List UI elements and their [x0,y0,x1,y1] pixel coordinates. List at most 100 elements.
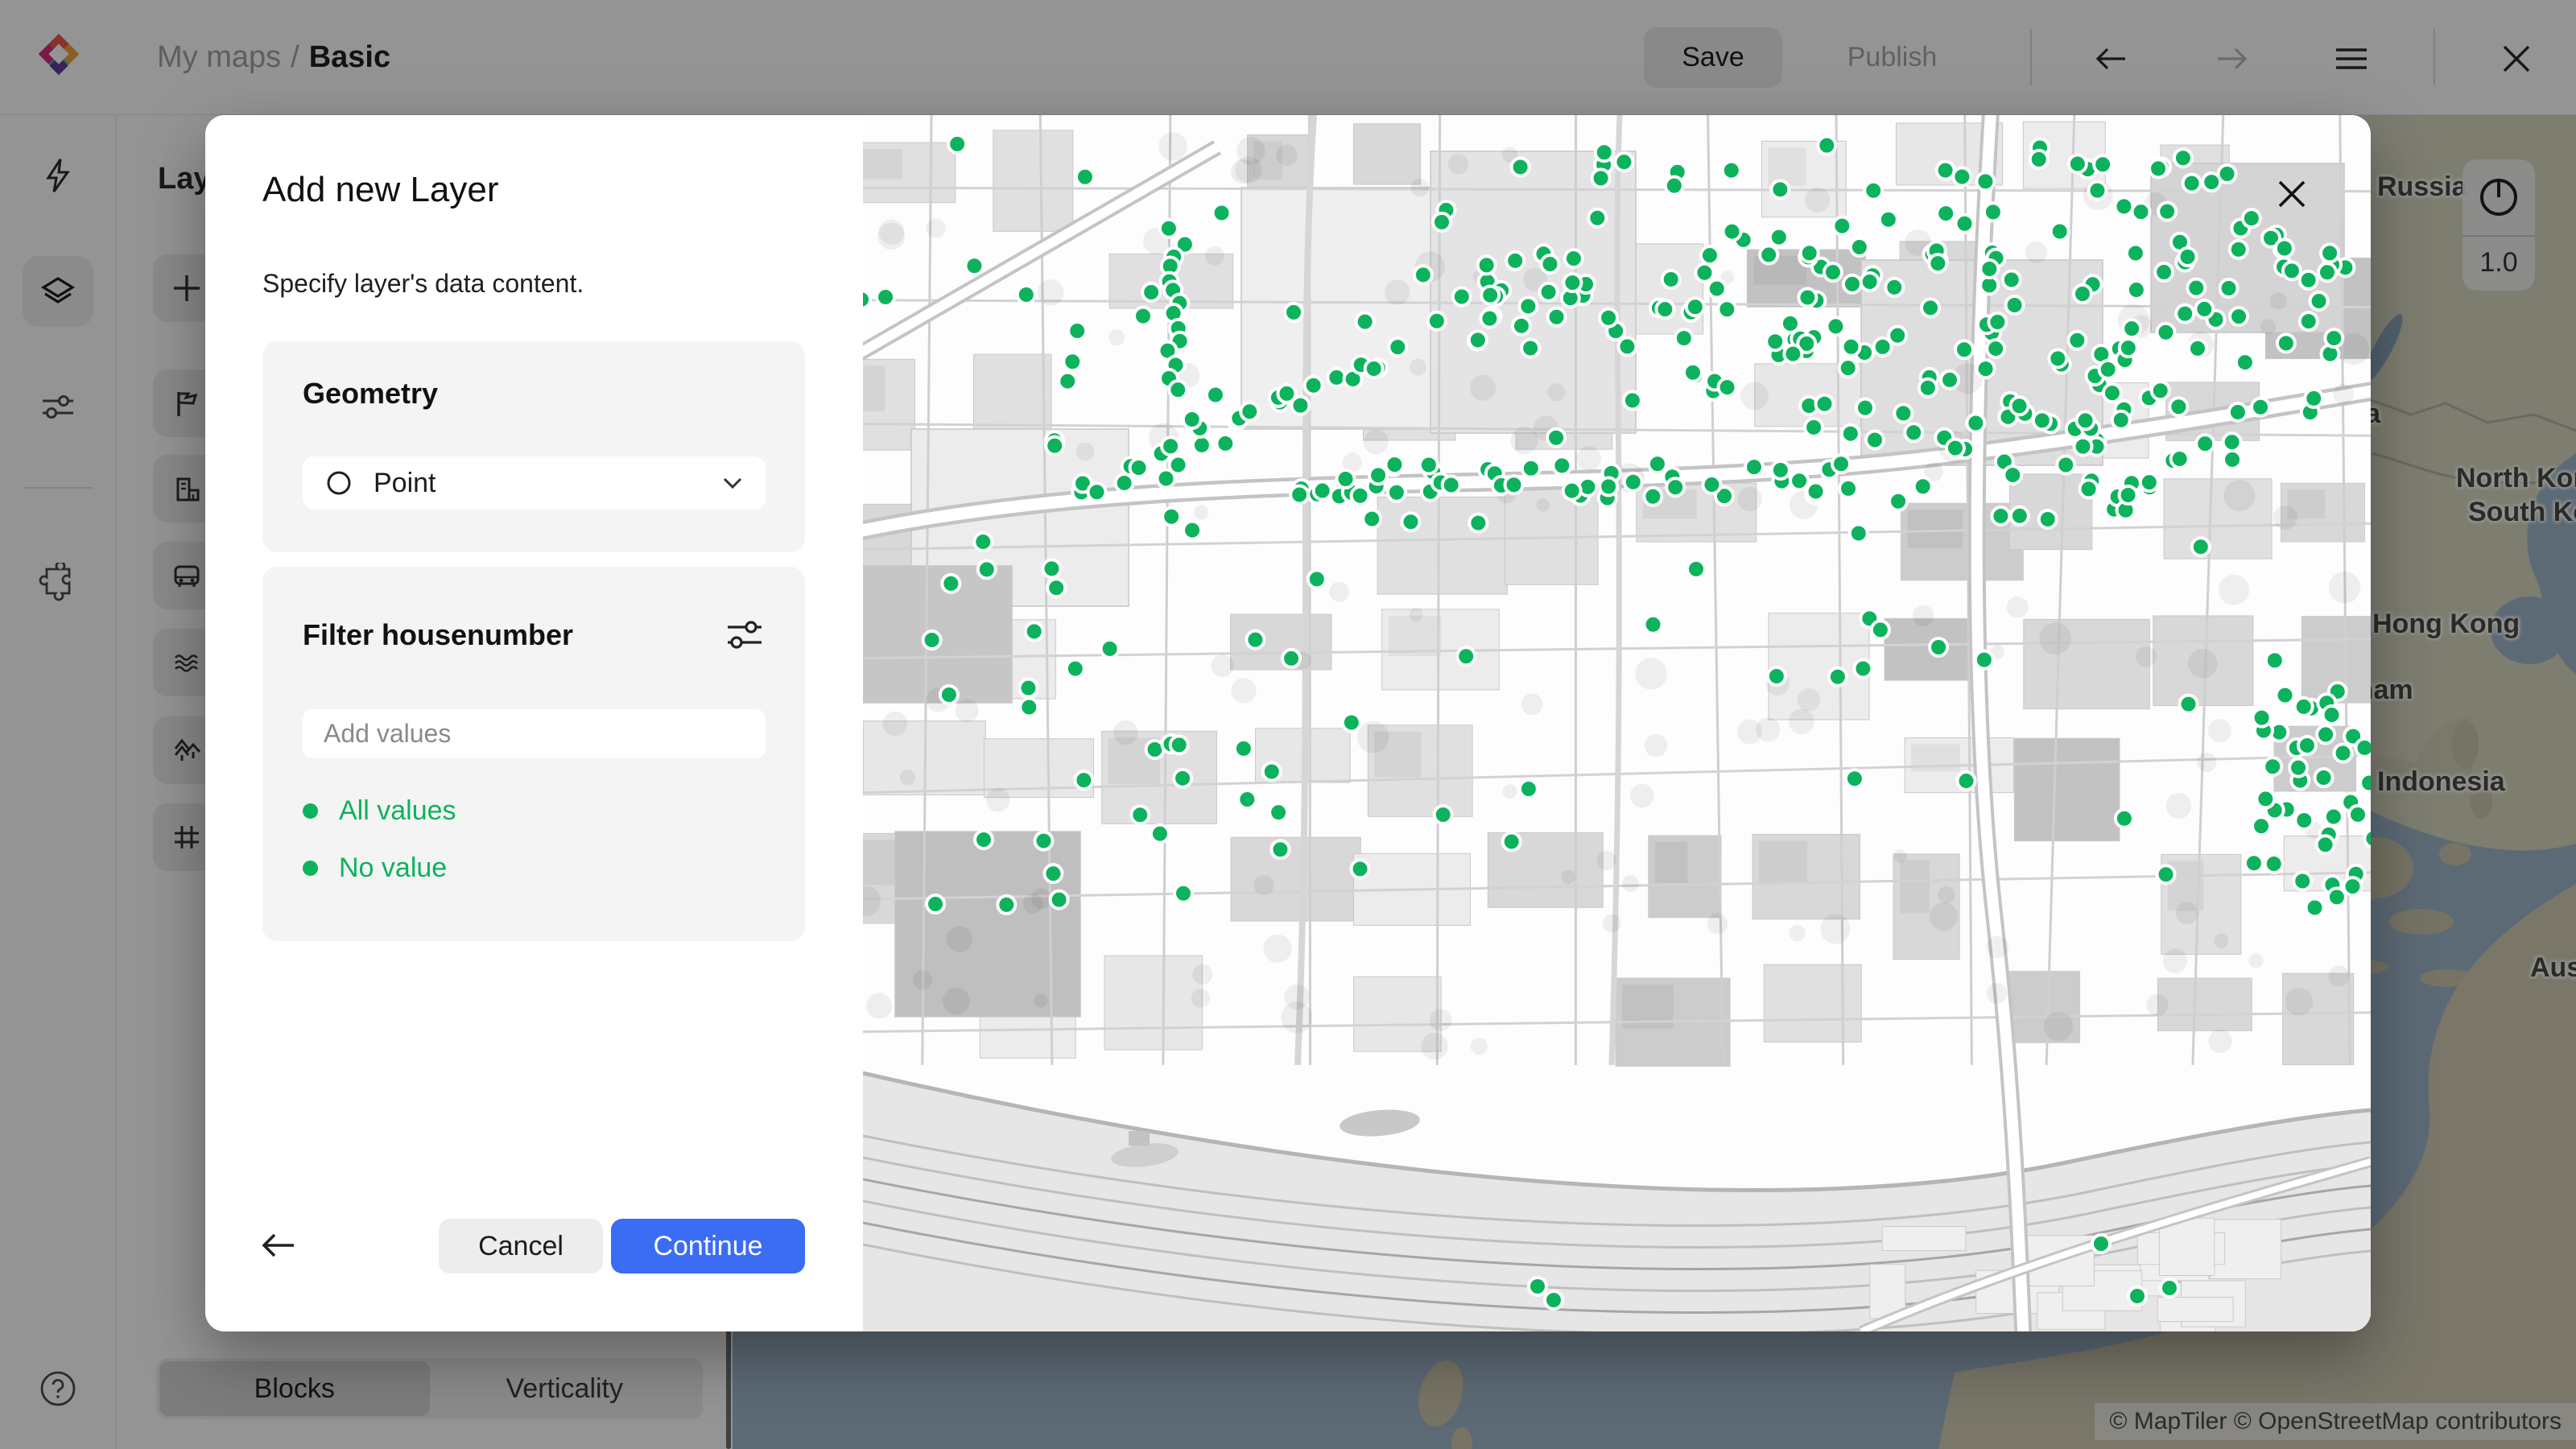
map-point [1545,1291,1563,1309]
layer-map-preview[interactable] [863,115,2371,1331]
topbar-divider [2434,29,2435,85]
map-point [2289,759,2307,777]
map-point [1046,437,1063,455]
tune-icon[interactable] [39,388,77,427]
map-point [1169,381,1187,398]
modal-close-icon[interactable] [2274,176,2310,212]
map-point [2295,811,2313,829]
filter-option-all-values[interactable]: All values [303,795,456,827]
map-point [1770,229,1788,246]
map-point [2006,296,2024,314]
map-point [2243,209,2260,227]
menu-icon[interactable] [2333,40,2370,77]
map-point [1282,650,1300,667]
map-zoom-control[interactable]: 1.0 [2462,159,2535,291]
map-point [1365,360,1383,378]
map-point [1520,780,1538,798]
geometry-select[interactable]: Point [303,456,766,510]
filter-values-input[interactable] [303,709,766,758]
map-point [1553,456,1571,474]
map-point [2277,687,2294,704]
map-point [2355,739,2371,757]
grid-rails-icon [169,819,204,855]
map-point [2157,865,2175,883]
map-point [2140,473,2158,491]
map-point [1588,209,1606,227]
map-point [948,135,966,153]
map-point [2123,320,2140,337]
city-map-graphic [863,115,2371,1331]
map-point [1807,482,1825,500]
map-point [1506,252,1524,270]
map-point [2192,538,2210,555]
breadcrumb: My maps / Basic [157,0,390,115]
maptiler-logo[interactable] [27,27,90,89]
map-point [1686,298,1704,316]
redo-icon[interactable] [2213,40,2250,77]
panel-scrollbar[interactable] [726,1323,731,1449]
map-point [1984,203,2002,221]
close-editor-icon[interactable] [2498,40,2535,77]
map-point [2068,332,2086,349]
filter-tune-icon[interactable] [724,615,765,655]
layers-icon[interactable] [39,272,77,311]
green-dot-icon [303,803,318,819]
map-point [2128,1287,2146,1305]
map-point [2325,329,2343,347]
publish-button[interactable]: Publish [1818,27,1967,88]
map-point [1723,162,1740,180]
map-point [1988,313,2006,331]
filter-option-no-value[interactable]: No value [303,852,447,884]
map-point [2283,262,2301,279]
map-point [2030,151,2048,168]
map-label-north-korea: North Korea [2456,463,2576,494]
map-point [1889,327,1906,345]
map-point [1369,466,1387,484]
map-point [997,896,1015,914]
map-point [1957,772,1975,790]
undo-icon[interactable] [2093,40,2130,77]
map-point [1305,377,1323,394]
map-point [863,291,870,308]
map-point [1453,287,1471,305]
map-point [2171,450,2189,468]
map-point [1953,167,1971,185]
save-button[interactable]: Save [1644,27,1782,88]
map-point [1428,312,1446,330]
map-point [1020,699,1038,716]
map-point [1503,832,1521,850]
green-dot-icon [303,861,318,876]
map-point [1645,616,1662,634]
map-point [2315,769,2333,786]
map-point [2300,312,2318,330]
map-point [965,257,983,275]
map-point [2011,397,2029,415]
map-point [2321,244,2339,262]
compass-reset-button[interactable] [2462,159,2535,237]
map-point [1235,740,1253,758]
flash-icon[interactable] [39,156,77,195]
puzzle-icon[interactable] [39,563,77,601]
map-point [1856,399,1874,417]
map-point [1827,317,1844,335]
map-point [1018,286,1035,303]
back-arrow-icon[interactable] [258,1225,299,1265]
modal-actions: Cancel Continue [205,1219,863,1274]
map-point [1766,332,1784,350]
map-point [1183,522,1201,539]
help-icon[interactable] [39,1369,77,1408]
map-point [1443,477,1460,494]
breadcrumb-parent[interactable]: My maps [157,40,281,75]
map-point [1784,345,1802,363]
water-waves-icon [169,645,204,680]
cancel-button[interactable]: Cancel [439,1219,603,1274]
continue-button[interactable]: Continue [611,1219,805,1274]
tab-verticality[interactable]: Verticality [430,1361,700,1416]
map-point [923,631,941,649]
map-point [2364,830,2371,848]
map-point [2220,279,2238,297]
map-point [1872,621,1889,638]
map-point [1051,891,1068,909]
map-point [1433,213,1451,231]
tab-blocks[interactable]: Blocks [159,1361,430,1416]
